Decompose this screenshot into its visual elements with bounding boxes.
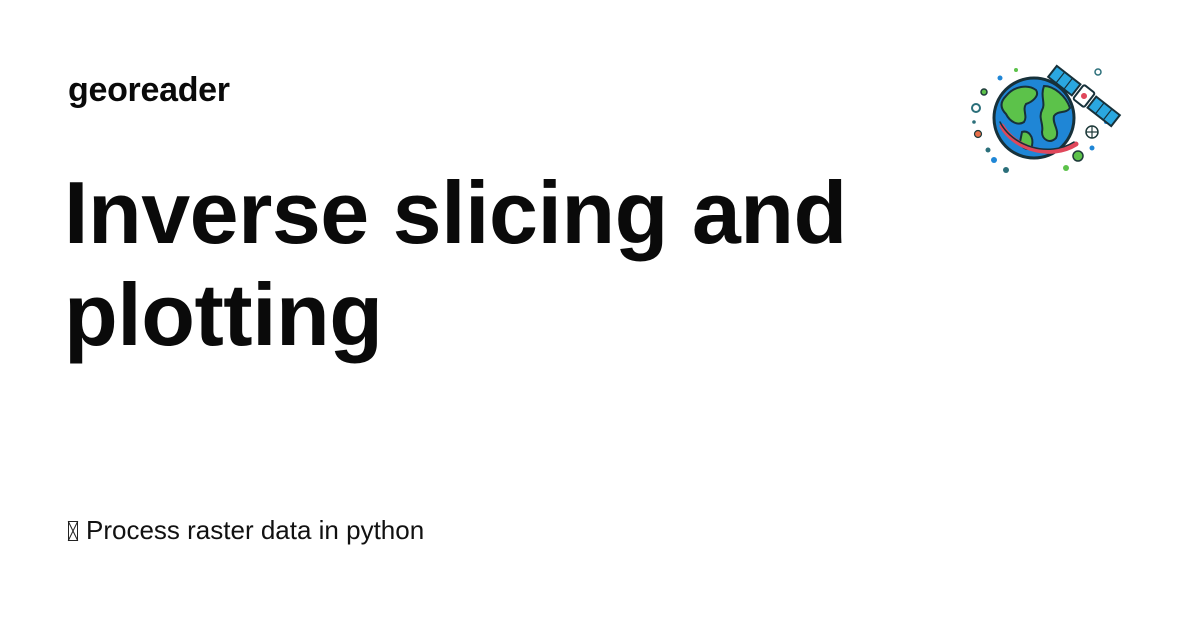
crosshair-icon	[1085, 125, 1099, 139]
earth-satellite-logo-icon	[971, 64, 1122, 173]
missing-glyph-icon	[68, 521, 78, 541]
tagline: Process raster data in python	[68, 512, 424, 548]
page-title: Inverse slicing and plotting	[64, 163, 847, 364]
tagline-text: Process raster data in python	[86, 515, 425, 545]
site-name: georeader	[68, 71, 230, 109]
